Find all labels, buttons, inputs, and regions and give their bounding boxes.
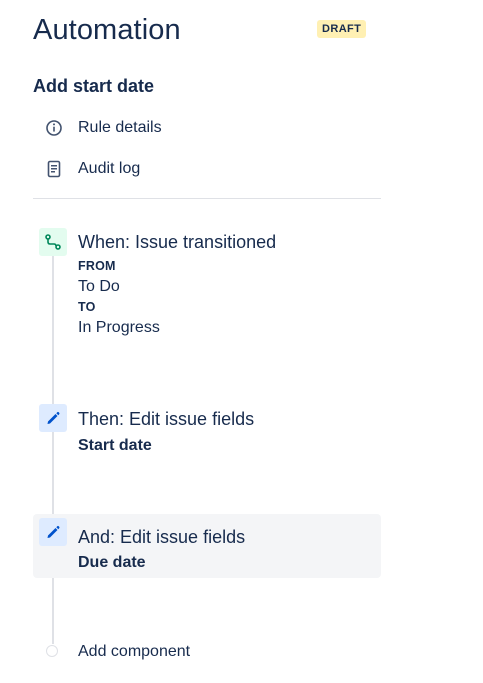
action1-title: Then: Edit issue fields: [78, 409, 255, 429]
circle-icon: [46, 645, 58, 657]
rule-details-link[interactable]: Rule details: [44, 116, 162, 140]
audit-log-link[interactable]: Audit log: [44, 157, 140, 181]
action-step-due-date[interactable]: And: Edit issue fields Due date: [33, 514, 381, 578]
rule-details-label: Rule details: [78, 119, 162, 136]
info-icon: [44, 118, 64, 138]
action2-title: And: Edit issue fields: [78, 527, 246, 547]
add-component-button[interactable]: Add component: [44, 640, 244, 666]
page-title: Automation: [33, 14, 181, 46]
from-value: To Do: [78, 278, 120, 295]
document-icon: [44, 159, 64, 179]
action1-field: Start date: [78, 437, 152, 454]
to-caption: TO: [78, 300, 96, 314]
status-badge: DRAFT: [317, 20, 367, 38]
trigger-step[interactable]: When: Issue transitioned FROM To Do TO I…: [33, 224, 381, 344]
audit-log-label: Audit log: [78, 160, 141, 177]
header: Automation DRAFT: [33, 12, 373, 52]
pencil-icon: [39, 518, 67, 546]
rule-name: Add start date: [33, 76, 155, 96]
action2-field: Due date: [78, 554, 146, 571]
from-caption: FROM: [78, 259, 116, 273]
transition-icon: [39, 228, 67, 256]
trigger-title: When: Issue transitioned: [78, 232, 277, 252]
pencil-icon: [39, 404, 67, 432]
to-value: In Progress: [78, 319, 160, 336]
action-step-start-date[interactable]: Then: Edit issue fields Start date: [33, 400, 381, 464]
divider: [33, 198, 381, 199]
add-component-label: Add component: [78, 643, 191, 660]
